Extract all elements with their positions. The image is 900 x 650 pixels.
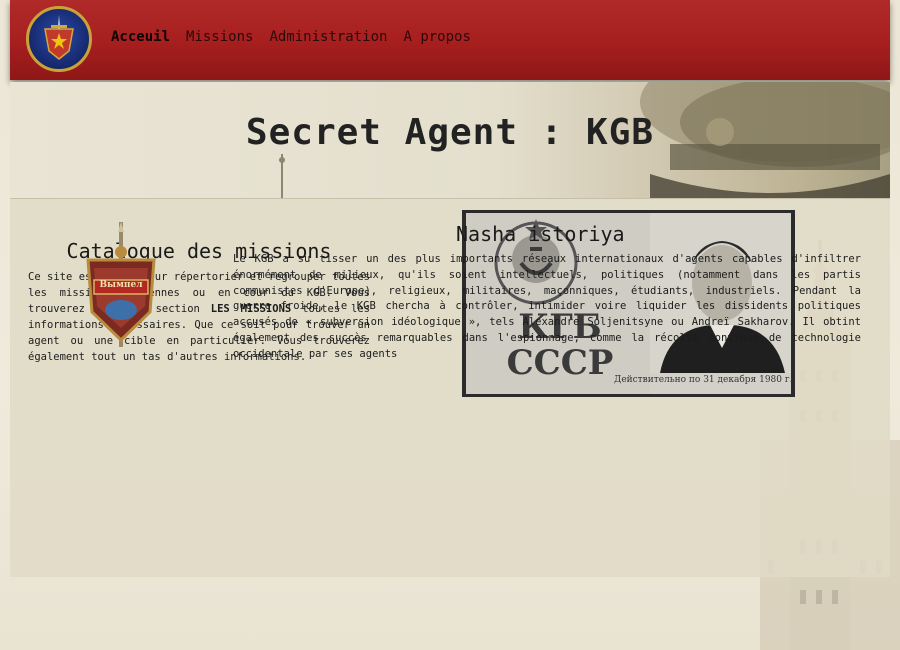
kgb-logo[interactable]: [26, 6, 92, 72]
card-validity-caption: Действительно по 31 декабря 1980 г.: [614, 375, 793, 385]
main-nav: Acceuil Missions Administration A propos: [111, 29, 487, 45]
history-description: Le KGB a su tisser un des plus important…: [233, 253, 861, 360]
page-title: Secret Agent : KGB: [245, 112, 655, 153]
history-heading: Nasha istoriya: [456, 222, 625, 246]
badge-label: Вымпел: [99, 280, 143, 290]
nav-link-a-propos[interactable]: A propos: [403, 29, 470, 45]
nav-link-administration[interactable]: Administration: [269, 29, 387, 45]
hero-banner: Secret Agent : KGB: [10, 82, 890, 199]
nav-link-acceuil[interactable]: Acceuil: [111, 29, 170, 45]
sword-shield-icon: [44, 15, 74, 60]
top-navbar: Acceuil Missions Administration A propos: [10, 0, 890, 80]
spire-icon: [279, 154, 285, 198]
vympel-badge-image: [86, 222, 156, 347]
nav-link-missions[interactable]: Missions: [186, 29, 253, 45]
